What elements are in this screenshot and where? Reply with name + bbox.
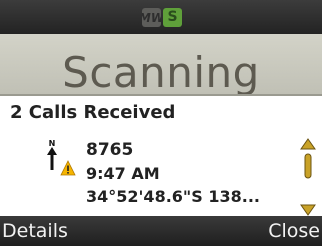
close-softkey[interactable]: Close: [268, 220, 320, 242]
call-time: 9:47 AM: [86, 164, 160, 183]
mw-icon: MW: [139, 8, 165, 27]
status-bar: MW S: [0, 0, 322, 34]
call-number: 8765: [86, 140, 134, 160]
scroll-up-arrow-icon[interactable]: [300, 138, 316, 180]
svg-text:MW: MW: [142, 11, 161, 25]
details-softkey[interactable]: Details: [2, 220, 68, 242]
background-screen-title: Scanning: [62, 48, 260, 97]
calls-received-dialog: 2 Calls Received N 8765 9:47 AM 34°52'48…: [0, 94, 322, 218]
warning-icon: [60, 160, 76, 176]
svg-text:N: N: [49, 139, 56, 148]
call-coordinates: 34°52'48.6"S 138...: [86, 187, 260, 206]
device-screen: MW S Scanning 2 Calls Received N 8765 9:…: [0, 0, 322, 246]
dialog-title: 2 Calls Received: [10, 102, 176, 123]
north-arrow-icon: N: [47, 139, 57, 170]
softkey-bar: Details Close: [0, 216, 322, 246]
status-icons: MW S: [139, 8, 182, 27]
s-icon: S: [163, 8, 182, 27]
scroll-down-arrow-icon[interactable]: [300, 204, 316, 216]
